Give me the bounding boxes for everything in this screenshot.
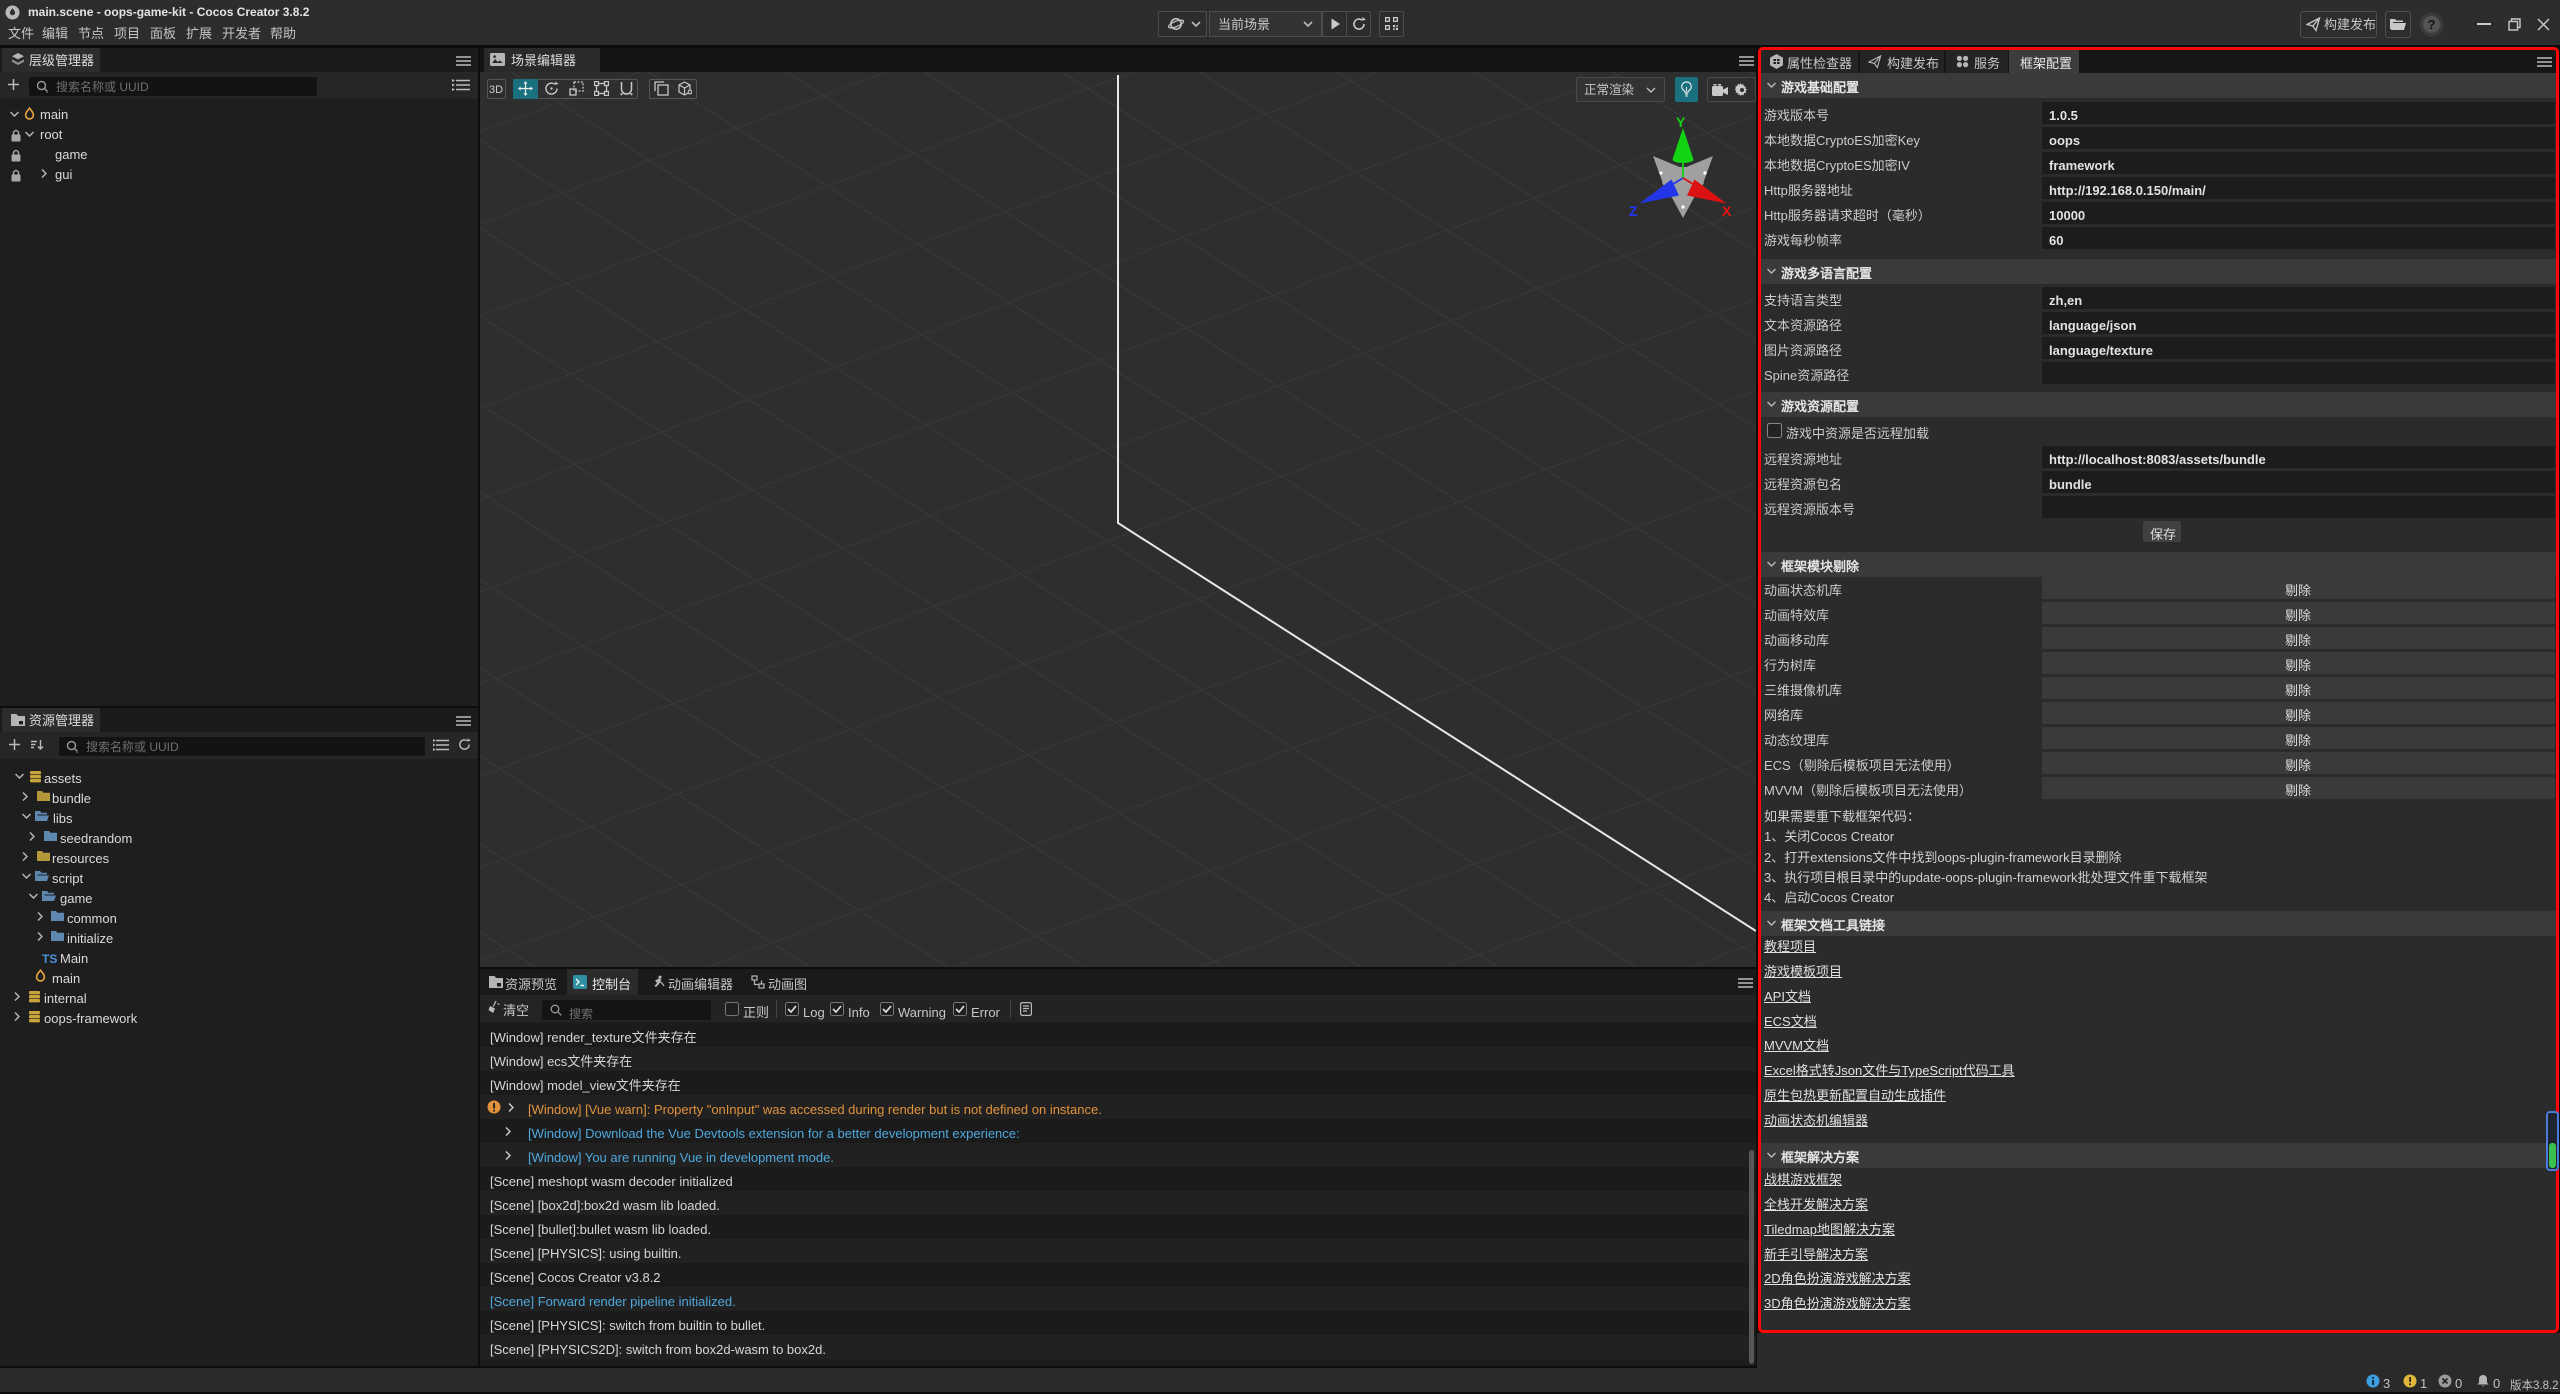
svg-text:?: ?: [2428, 17, 2436, 32]
